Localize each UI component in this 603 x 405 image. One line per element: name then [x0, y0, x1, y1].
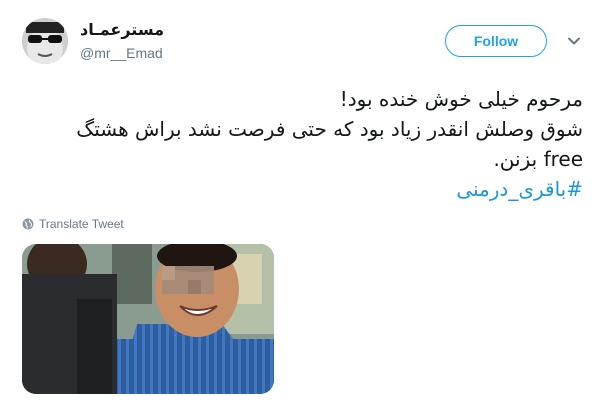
tweet-photo[interactable] — [22, 244, 274, 394]
chevron-down-icon[interactable] — [566, 33, 582, 49]
translate-label: Translate Tweet — [39, 217, 124, 231]
tweet-line: مرحوم خیلی خوش خنده بود! — [339, 87, 583, 111]
globe-icon — [22, 218, 34, 230]
avatar[interactable] — [22, 18, 68, 64]
photo-image — [22, 244, 274, 394]
user-handle[interactable]: @mr__Emad — [80, 45, 163, 61]
follow-button[interactable]: Follow — [445, 25, 547, 57]
tweet-text: مرحوم خیلی خوش خنده بود! شوق وصلش انقدر … — [22, 84, 583, 204]
translate-tweet-link[interactable]: Translate Tweet — [22, 217, 124, 231]
tweet-line: free بزنن. — [493, 147, 583, 171]
tweet-line: شوق وصلش انقدر زیاد بود که حتی فرصت نشد … — [76, 117, 583, 141]
display-name[interactable]: مسترعمـاد — [80, 20, 164, 40]
hashtag-link[interactable]: #باقری_درمنی — [456, 177, 583, 201]
avatar-image — [22, 18, 68, 64]
